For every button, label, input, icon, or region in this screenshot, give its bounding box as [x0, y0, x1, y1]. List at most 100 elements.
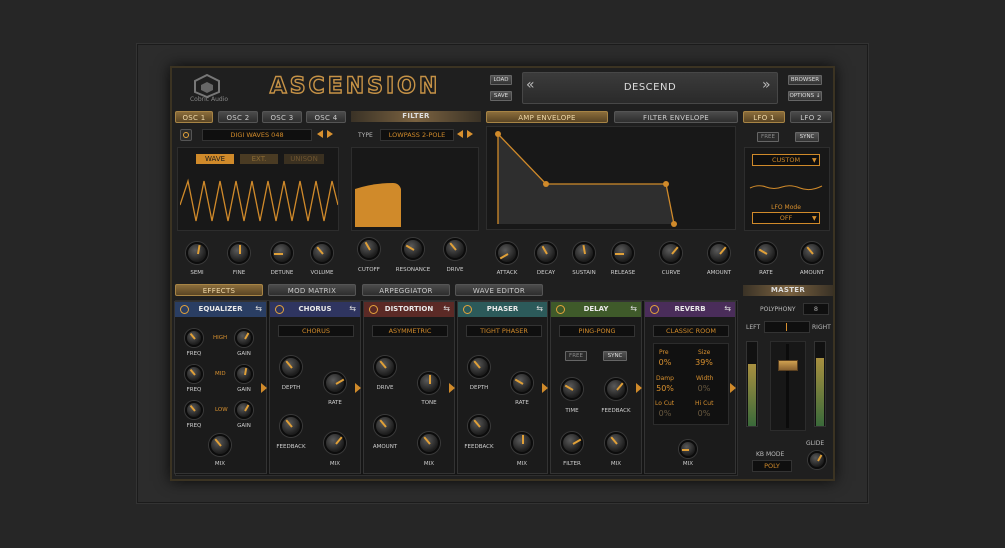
filter-next-icon[interactable]	[467, 130, 473, 138]
waveform-prev-icon[interactable]	[317, 130, 323, 138]
distortion-mix-knob[interactable]	[418, 432, 440, 454]
phaser-depth-knob[interactable]	[468, 356, 490, 378]
chorus-depth-knob[interactable]	[280, 356, 302, 378]
chorus-rate-knob[interactable]	[324, 372, 346, 394]
tab-wave-editor[interactable]: WAVE EDITOR	[455, 284, 543, 296]
tab-amp-envelope[interactable]: AMP ENVELOPE	[486, 111, 608, 123]
tab-lfo-2[interactable]: LFO 2	[790, 111, 832, 123]
volume-fader-handle[interactable]	[778, 360, 798, 371]
semi-knob[interactable]	[186, 242, 208, 264]
chorus-mix-knob[interactable]	[324, 432, 346, 454]
reverb-width-value[interactable]: 0%	[687, 384, 721, 393]
delay-feedback-knob[interactable]	[605, 378, 627, 400]
eq-high-freq-knob[interactable]	[185, 329, 203, 347]
eq-mid-gain-knob[interactable]	[235, 365, 253, 383]
prev-preset-button[interactable]: «	[526, 77, 535, 93]
eq-low-freq-knob[interactable]	[185, 401, 203, 419]
delay-time-knob[interactable]	[561, 378, 583, 400]
filter-prev-icon[interactable]	[457, 130, 463, 138]
next-preset-button[interactable]: »	[762, 77, 771, 93]
tab-lfo-1[interactable]: LFO 1	[743, 111, 785, 123]
reverb-swap-icon[interactable]: ⇆	[724, 304, 731, 313]
phaser-preset[interactable]: TIGHT PHASER	[466, 325, 542, 337]
equalizer-power-icon[interactable]	[180, 305, 189, 314]
phaser-feedback-knob[interactable]	[468, 415, 490, 437]
distortion-drive-knob[interactable]	[374, 356, 396, 378]
tab-osc-3[interactable]: OSC 3	[262, 111, 302, 123]
mode-ext-button[interactable]: EXT.	[240, 154, 278, 164]
distortion-preset[interactable]: ASYMMETRIC	[372, 325, 448, 337]
reverb-size-value[interactable]: 39%	[687, 358, 721, 367]
chorus-feedback-knob[interactable]	[280, 415, 302, 437]
pan-slider[interactable]	[764, 321, 810, 333]
sustain-knob[interactable]	[573, 242, 595, 264]
fine-knob[interactable]	[228, 242, 250, 264]
osc-power-button[interactable]	[180, 129, 192, 141]
delay-filter-knob[interactable]	[561, 432, 583, 454]
reverb-power-icon[interactable]	[650, 305, 659, 314]
filter-type-value[interactable]: LOWPASS 2-POLE	[380, 129, 454, 141]
options-button[interactable]: OPTIONS ↓	[788, 91, 822, 101]
release-knob[interactable]	[612, 242, 634, 264]
tab-arpeggiator[interactable]: ARPEGGIATOR	[362, 284, 450, 296]
mode-unison-button[interactable]: UNISON	[284, 154, 324, 164]
decay-knob[interactable]	[535, 242, 557, 264]
detune-knob[interactable]	[271, 242, 293, 264]
tab-osc-2[interactable]: OSC 2	[218, 111, 258, 123]
reverb-mix-knob[interactable]	[679, 440, 697, 458]
eq-low-gain-knob[interactable]	[235, 401, 253, 419]
phaser-rate-knob[interactable]	[511, 372, 533, 394]
mode-wave-button[interactable]: WAVE	[196, 154, 234, 164]
preset-name[interactable]: DESCEND	[572, 82, 728, 93]
attack-knob[interactable]	[496, 242, 518, 264]
reverb-pre-value[interactable]: 0%	[648, 358, 682, 367]
tab-osc-1[interactable]: OSC 1	[175, 111, 213, 123]
load-button[interactable]: LOAD	[490, 75, 512, 85]
phaser-power-icon[interactable]	[463, 305, 472, 314]
distortion-swap-icon[interactable]: ⇆	[443, 304, 450, 313]
delay-sync-button[interactable]: SYNC	[603, 351, 627, 361]
phaser-swap-icon[interactable]: ⇆	[536, 304, 543, 313]
delay-swap-icon[interactable]: ⇆	[630, 304, 637, 313]
reverb-hicut-value[interactable]: 0%	[687, 409, 721, 418]
eq-high-gain-knob[interactable]	[235, 329, 253, 347]
drive-knob[interactable]	[444, 238, 466, 260]
save-button[interactable]: SAVE	[490, 91, 512, 101]
waveform-name[interactable]: DIGI WAVES 048	[202, 129, 312, 141]
browser-button[interactable]: BROWSER	[788, 75, 822, 85]
eq-mix-knob[interactable]	[209, 434, 231, 456]
eq-mid-freq-knob[interactable]	[185, 365, 203, 383]
delay-power-icon[interactable]	[556, 305, 565, 314]
tab-mod-matrix[interactable]: MOD MATRIX	[268, 284, 356, 296]
lfo-shape-select[interactable]: CUSTOM	[752, 154, 820, 166]
delay-preset[interactable]: PING-PONG	[559, 325, 635, 337]
reverb-damp-value[interactable]: 50%	[648, 384, 682, 393]
distortion-power-icon[interactable]	[369, 305, 378, 314]
tab-osc-4[interactable]: OSC 4	[306, 111, 346, 123]
lfo-rate-knob[interactable]	[755, 242, 777, 264]
delay-mix-knob[interactable]	[605, 432, 627, 454]
phaser-mix-knob[interactable]	[511, 432, 533, 454]
curve-knob[interactable]	[660, 242, 682, 264]
pan-handle[interactable]	[786, 323, 787, 331]
lfo-mode-select[interactable]: OFF	[752, 212, 820, 224]
reverb-preset[interactable]: CLASSIC ROOM	[653, 325, 729, 337]
chorus-swap-icon[interactable]: ⇆	[349, 304, 356, 313]
polyphony-value[interactable]: 8	[803, 303, 829, 315]
lfo-sync-button[interactable]: SYNC	[795, 132, 819, 142]
resonance-knob[interactable]	[402, 238, 424, 260]
tab-filter-envelope[interactable]: FILTER ENVELOPE	[614, 111, 738, 123]
glide-knob[interactable]	[808, 451, 826, 469]
lfo-amount-knob[interactable]	[801, 242, 823, 264]
waveform-next-icon[interactable]	[327, 130, 333, 138]
volume-knob[interactable]	[311, 242, 333, 264]
chorus-power-icon[interactable]	[275, 305, 284, 314]
delay-free-button[interactable]: FREE	[565, 351, 587, 361]
kb-mode-value[interactable]: POLY	[752, 460, 792, 472]
env-amount-knob[interactable]	[708, 242, 730, 264]
lfo-free-button[interactable]: FREE	[757, 132, 779, 142]
equalizer-swap-icon[interactable]: ⇆	[255, 304, 262, 313]
reverb-locut-value[interactable]: 0%	[648, 409, 682, 418]
chorus-preset[interactable]: CHORUS	[278, 325, 354, 337]
distortion-tone-knob[interactable]	[418, 372, 440, 394]
